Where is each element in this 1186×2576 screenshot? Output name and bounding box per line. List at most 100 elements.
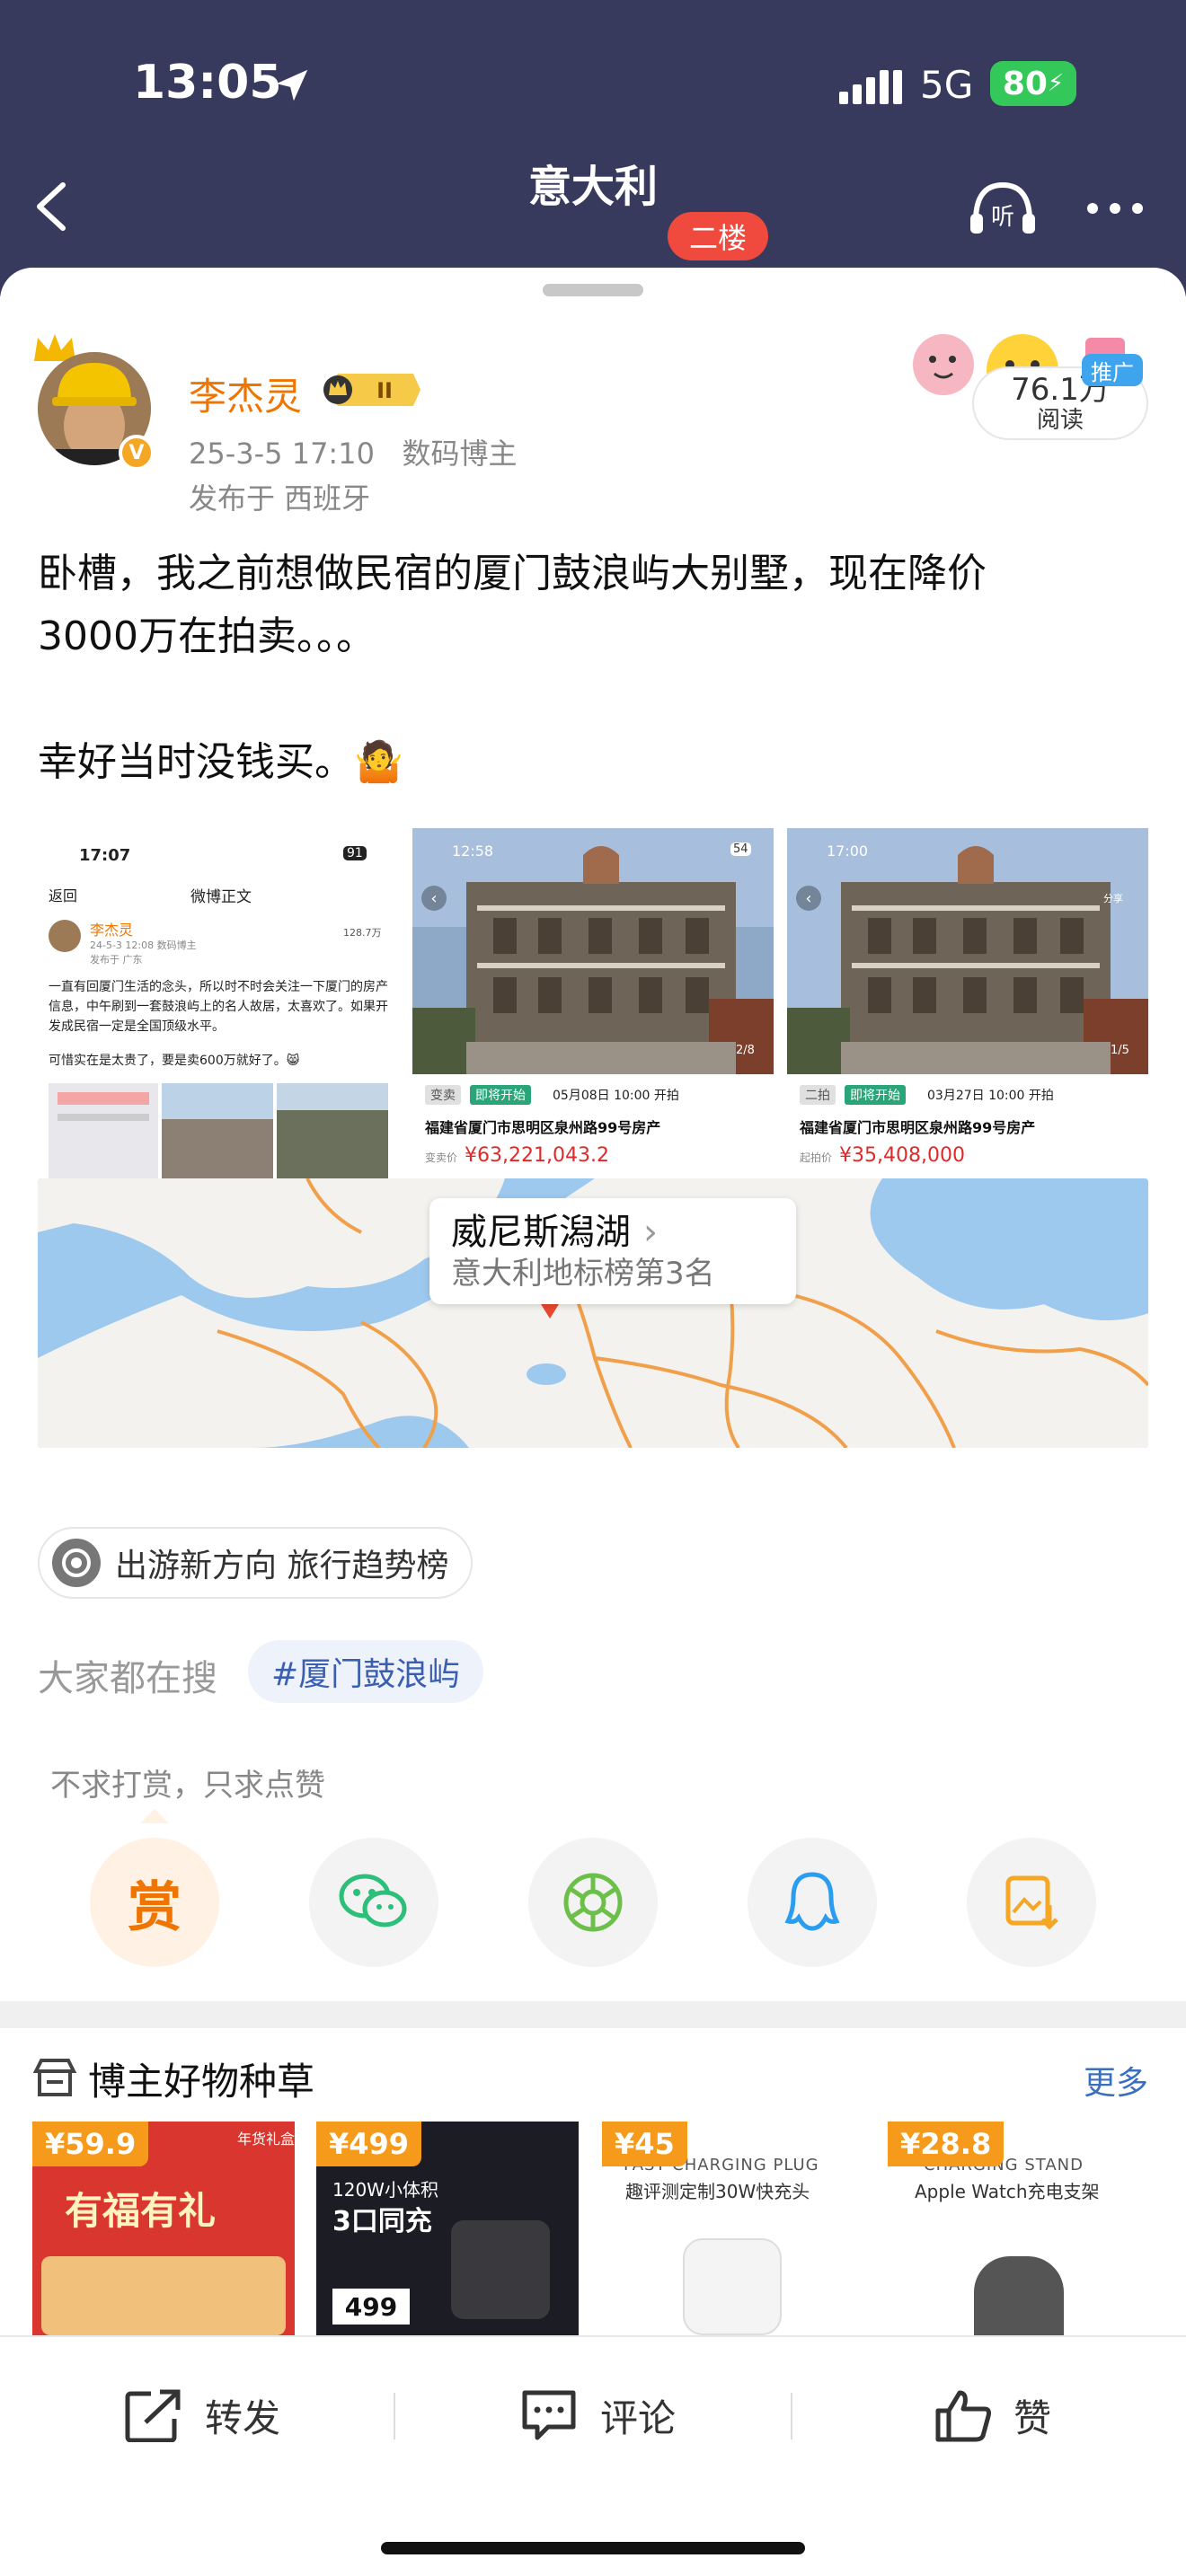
post-text-line-3: 幸好当时没钱买。🤷 [38, 739, 403, 785]
status-time: 13:05 [133, 56, 282, 110]
product-price: ¥59.9 [32, 2122, 149, 2166]
network-type: 5G [920, 63, 974, 107]
trend-label: 出游新方向 旅行趋势榜 [115, 1548, 449, 1584]
img1-body-2: 可惜实在是太贵了，要是卖600万就好了。😸 [49, 1054, 300, 1068]
img2-pager: 2/8 [736, 1044, 755, 1057]
map-place-rank: 意大利地标榜第3名 [451, 1256, 715, 1292]
reward-tip: 不求打赏，只求点赞 [50, 1768, 325, 1804]
battery-level: 80 [1002, 65, 1048, 102]
trend-icon [52, 1539, 101, 1587]
img1-battery: 91 [343, 846, 367, 860]
post-location: 发布于 西班牙 [189, 481, 371, 516]
battery-indicator: 80 ⚡ [990, 61, 1076, 106]
product-subtitle: 120W小体积 [332, 2179, 438, 2201]
bottom-action-bar: 转发 评论 赞 [0, 2335, 1186, 2576]
product-title: 3口同充 [332, 2206, 432, 2237]
wechat-share-button[interactable] [309, 1838, 438, 1967]
search-tag[interactable]: #厦门鼓浪屿 [248, 1640, 484, 1703]
trend-chip[interactable]: 出游新方向 旅行趋势榜 [38, 1527, 473, 1599]
map-place-card[interactable]: 威尼斯潟湖 › 意大利地标榜第3名 [429, 1198, 796, 1304]
home-indicator[interactable] [381, 2542, 805, 2554]
reward-button[interactable]: 赏 [90, 1838, 219, 1967]
author-type: 数码博主 [402, 437, 518, 471]
post-image-3[interactable]: 17:00 ‹ 分享 1/5 二拍 即将开始 03月27日 10:00 开拍 福… [787, 828, 1148, 1191]
product-image [683, 2238, 782, 2335]
map-place-name: 威尼斯潟湖 › [451, 1212, 658, 1253]
post-text-line-2: 3000万在拍卖。。。 [38, 613, 376, 659]
img3-tag-status: 即将开始 [845, 1085, 906, 1105]
repost-button[interactable]: 转发 [124, 2384, 280, 2447]
img3-date: 03月27日 10:00 开拍 [927, 1089, 1054, 1103]
charging-icon: ⚡ [1047, 70, 1065, 97]
chevron-right-icon: › [643, 1212, 658, 1253]
like-button[interactable]: 赞 [934, 2384, 1051, 2447]
drag-handle[interactable] [543, 284, 643, 296]
product-image [41, 2256, 286, 2335]
level-badge-text: II [376, 378, 393, 403]
moments-share-button[interactable] [528, 1838, 658, 1967]
more-icon[interactable] [1084, 199, 1146, 217]
img1-header: 微博正文 [190, 888, 252, 906]
comment-label: 评论 [600, 2395, 677, 2440]
img1-author: 李杰灵 [90, 922, 134, 939]
shop-section-title: 博主好物种草 [88, 2060, 315, 2104]
img2-address: 福建省厦门市思明区泉州路99号房产 [425, 1119, 661, 1136]
villa-photo-1 [412, 828, 774, 1074]
img2-back-icon: ‹ [421, 886, 447, 911]
product-subtitle: 年货礼盒 [237, 2130, 295, 2148]
qq-share-button[interactable] [748, 1838, 877, 1967]
img3-price-label: 起拍价 [800, 1151, 833, 1164]
img2-battery: 54 [730, 842, 751, 856]
floor-badge[interactable]: 二楼 [668, 212, 768, 260]
post-image-1[interactable]: 17:07 91 返回 微博正文 李杰灵 24-5-3 12:08 数码博主 发… [38, 828, 399, 1191]
repost-label: 转发 [205, 2395, 281, 2440]
save-image-icon [1005, 1875, 1058, 1930]
img1-mini-photo-3 [277, 1083, 388, 1189]
section-divider [0, 2001, 1186, 2028]
product-card-4[interactable]: ¥28.8 CHARGING STAND Apple Watch充电支架 [888, 2122, 1150, 2335]
comment-icon [522, 2390, 576, 2440]
product-price: ¥28.8 [888, 2122, 1005, 2166]
action-separator [394, 2393, 395, 2439]
location-map[interactable]: 威尼斯潟湖 › 意大利地标榜第3名 [38, 1178, 1148, 1448]
product-title: 趣评测定制30W快充头 [625, 2181, 810, 2202]
location-arrow-icon [276, 69, 308, 101]
img3-share: 分享 [1103, 893, 1123, 904]
promo-button[interactable]: 推广 [1082, 354, 1143, 386]
qq-icon [784, 1872, 840, 1931]
img3-tag-type: 二拍 [800, 1085, 836, 1105]
img1-location: 发布于 广东 [90, 954, 143, 966]
like-label: 赞 [1013, 2395, 1052, 2440]
shop-more-link[interactable]: 更多 [1084, 2057, 1148, 2104]
save-image-button[interactable] [967, 1838, 1096, 1967]
product-image [974, 2256, 1064, 2335]
reads-label: 阅读 [1036, 407, 1084, 434]
villa-photo-2 [787, 828, 1148, 1074]
img2-date: 05月08日 10:00 开拍 [553, 1089, 679, 1103]
svg-text:听: 听 [991, 204, 1014, 231]
img1-back: 返回 [49, 887, 78, 904]
listen-icon[interactable]: 听 [967, 176, 1039, 239]
shop-icon [32, 2059, 77, 2096]
product-card-3[interactable]: ¥45 FAST CHARGING PLUG 趣评测定制30W快充头 [602, 2122, 864, 2335]
search-label: 大家都在搜 [38, 1658, 217, 1699]
top-bar: 13:05 5G 80 ⚡ 意大利 二楼 听 [0, 0, 1186, 296]
post-meta: 25-3-5 17:10 数码博主 [189, 431, 517, 472]
comment-button[interactable]: 评论 [519, 2384, 676, 2447]
tip-arrow [140, 1809, 169, 1823]
product-card-1[interactable]: ¥59.9 年货礼盒 有福有礼 [32, 2122, 295, 2335]
img3-back-icon: ‹ [796, 886, 821, 911]
product-price: ¥499 [316, 2122, 422, 2166]
post-body: 卧槽，我之前想做民宿的厦门鼓浪屿大别墅，现在降价 3000万在拍卖。。。 幸好当… [38, 543, 1143, 794]
img3-price: ¥35,408,000 [839, 1144, 965, 1167]
product-price: ¥45 [602, 2122, 687, 2166]
img2-time: 12:58 [452, 842, 494, 860]
verified-badge: V [119, 435, 155, 471]
img2-price-label: 变卖价 [425, 1151, 458, 1164]
thumbs-up-icon [935, 2390, 991, 2442]
post-image-2[interactable]: 12:58 54 ‹ 2/8 变卖 即将开始 05月08日 10:00 开拍 福… [412, 828, 774, 1191]
product-card-2[interactable]: ¥499 120W小体积 3口同充 499 [316, 2122, 579, 2335]
author-name[interactable]: 李杰灵 [189, 366, 302, 421]
post-timestamp: 25-3-5 17:10 [189, 437, 375, 471]
img1-meta: 24-5-3 12:08 数码博主 [90, 940, 197, 951]
